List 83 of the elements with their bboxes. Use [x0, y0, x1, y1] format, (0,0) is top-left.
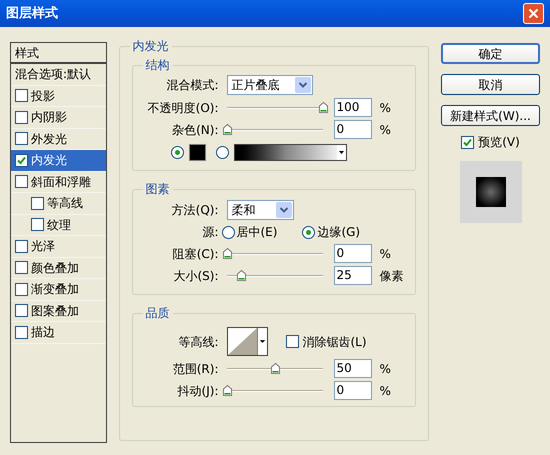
- checkbox[interactable]: [15, 261, 28, 274]
- checkbox[interactable]: [15, 282, 28, 296]
- value-field[interactable]: 0: [334, 120, 372, 139]
- unit-label: %: [380, 122, 391, 138]
- checkbox[interactable]: [15, 132, 28, 146]
- slider-thumb[interactable]: [222, 385, 232, 396]
- caret-icon: [256, 328, 266, 355]
- unit-label: %: [380, 246, 391, 262]
- group-title: 内发光: [130, 38, 172, 54]
- preview-thumbnail: [460, 161, 522, 223]
- close-icon: [528, 8, 539, 19]
- checkbox[interactable]: [15, 89, 28, 102]
- radio-button[interactable]: [216, 146, 228, 159]
- radio-label[interactable]: 边缘(G): [317, 223, 360, 241]
- style-list-item[interactable]: 颜色叠加: [11, 258, 106, 279]
- group-title: 图素: [142, 181, 172, 197]
- checkbox-label[interactable]: 预览(V): [478, 133, 520, 151]
- field-label: 不透明度(O):: [146, 100, 218, 116]
- list-header: 样式: [11, 43, 106, 64]
- field-label: 范围(R):: [172, 360, 218, 378]
- field-label: 混合模式:: [165, 77, 218, 94]
- style-list-item[interactable]: 斜面和浮雕: [11, 172, 106, 193]
- checkbox[interactable]: [31, 218, 44, 232]
- checkbox[interactable]: [15, 240, 28, 253]
- checkbox-label[interactable]: 消除锯齿(L): [302, 332, 367, 350]
- style-list-item[interactable]: 光泽: [11, 236, 106, 258]
- checkbox[interactable]: [31, 196, 44, 210]
- window-title: 图层样式: [6, 4, 58, 23]
- checkbox[interactable]: [15, 110, 28, 124]
- field-label: 大小(S):: [172, 268, 218, 284]
- style-list-item[interactable]: 内阴影: [11, 107, 106, 128]
- dialog-button[interactable]: 确定: [441, 43, 540, 64]
- value-field[interactable]: 50: [334, 359, 372, 378]
- radio-button[interactable]: [302, 226, 316, 238]
- dropdown[interactable]: 柔和: [226, 200, 294, 220]
- value-field[interactable]: 0: [334, 244, 372, 263]
- style-list-item[interactable]: 内发光: [11, 150, 106, 172]
- checkbox[interactable]: [15, 304, 28, 318]
- field-label: 阻塞(C):: [172, 246, 218, 262]
- style-list-item[interactable]: 等高线: [11, 193, 106, 214]
- style-list-item[interactable]: 投影: [11, 86, 106, 107]
- unit-label: %: [380, 100, 391, 116]
- slider-thumb[interactable]: [236, 270, 246, 281]
- contour-picker[interactable]: [226, 327, 268, 356]
- value-field[interactable]: 0: [334, 381, 372, 400]
- color-swatch[interactable]: [188, 144, 206, 161]
- dropdown[interactable]: 正片叠底: [226, 75, 312, 95]
- close-button[interactable]: [523, 3, 544, 24]
- style-list-item[interactable]: 图案叠加: [11, 300, 106, 322]
- chevron-down-icon: [276, 202, 292, 218]
- dialog-button[interactable]: 取消: [441, 74, 540, 95]
- slider-thumb[interactable]: [222, 124, 232, 135]
- radio-label[interactable]: 居中(E): [236, 223, 278, 241]
- style-list-item[interactable]: 描边: [11, 322, 106, 344]
- checkbox[interactable]: [15, 326, 28, 339]
- gradient-picker[interactable]: [234, 144, 346, 161]
- unit-label: %: [380, 360, 391, 378]
- group-title: 品质: [142, 305, 172, 321]
- slider-thumb[interactable]: [318, 102, 328, 113]
- slider-thumb[interactable]: [270, 363, 280, 374]
- group-title: 结构: [142, 57, 172, 73]
- field-label: 杂色(N):: [171, 122, 218, 138]
- unit-label: 像素: [380, 268, 404, 284]
- checked-checkbox[interactable]: [461, 136, 474, 148]
- checked-checkbox[interactable]: [15, 154, 28, 167]
- checkbox[interactable]: [286, 335, 298, 348]
- contour-curve-icon: [228, 328, 256, 355]
- field-label: 抖动(J):: [176, 382, 218, 400]
- slider-thumb[interactable]: [222, 248, 232, 259]
- value-field[interactable]: 100: [334, 98, 372, 117]
- field-label: 源:: [201, 224, 218, 241]
- field-label: 方法(Q):: [170, 202, 218, 219]
- style-list-item[interactable]: 混合选项:默认: [11, 64, 106, 86]
- value-field[interactable]: 25: [334, 266, 372, 285]
- chevron-down-icon: [294, 77, 310, 93]
- checkbox[interactable]: [15, 175, 28, 188]
- unit-label: %: [380, 382, 391, 400]
- dialog-button[interactable]: 新建样式(W)...: [441, 105, 540, 126]
- radio-button[interactable]: [170, 146, 184, 159]
- radio-button[interactable]: [222, 226, 234, 238]
- field-label: 等高线:: [177, 334, 218, 350]
- style-list-item[interactable]: 渐变叠加: [11, 279, 106, 300]
- style-list-item[interactable]: 纹理: [11, 214, 106, 236]
